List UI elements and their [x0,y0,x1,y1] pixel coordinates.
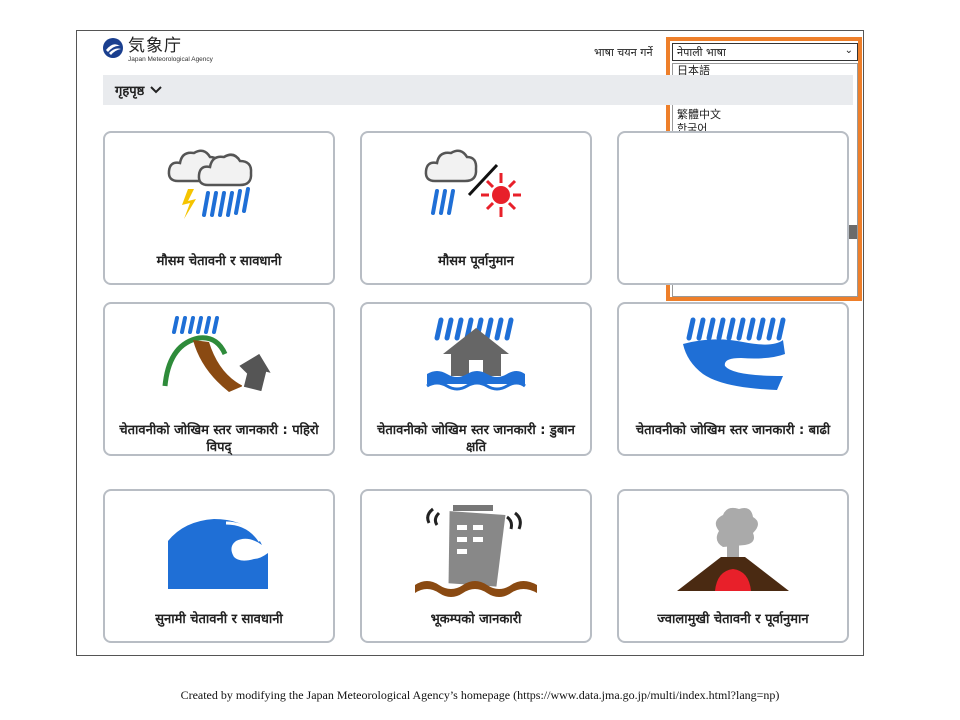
language-selected-value: नेपाली भाषा [677,46,726,59]
card-flood-risk[interactable]: चेतावनीको जोखिम स्तर जानकारी : बाढी [617,302,849,456]
card-label: मौसम पूर्वानुमान [438,254,514,269]
card-label: भूकम्पको जानकारी [430,612,522,627]
language-select-label: भाषा चयन गर्ने [594,46,653,59]
flood-house-icon [426,317,526,391]
card-earthquake[interactable]: भूकम्पको जानकारी [360,489,592,643]
home-menu-button[interactable]: गृहपृष्ठ [115,81,162,99]
tsunami-icon [168,519,268,589]
chevron-down-icon [150,86,162,94]
card-inundation-risk[interactable]: चेतावनीको जोखिम स्तर जानकारी : डुबान क्ष… [360,302,592,456]
browser-page: 気象庁 Japan Meteorological Agency भाषा चयन… [76,30,864,656]
weather-forecast-icon [424,149,521,217]
card-weather-warnings[interactable]: मौसम चेतावनी र सावधानी [103,131,335,285]
jma-logo[interactable]: 気象庁 Japan Meteorological Agency [102,37,213,63]
river-flood-icon [683,317,786,390]
logo-jp-text: 気象庁 [128,36,182,56]
home-menu-label: गृहपृष्ठ [115,84,145,99]
card-label: चेतावनीको जोखिम स्तर जानकारी : बाढी [635,423,831,438]
rain-thunder-icon [167,149,253,219]
nav-bar: गृहपृष्ठ [103,75,853,105]
logo-en-text: Japan Meteorological Agency [128,56,213,63]
language-select[interactable]: नेपाली भाषा ⌄ [672,43,858,61]
volcano-icon [677,507,789,591]
card-label: मौसम चेतावनी र सावधानी [156,254,282,269]
card-tsunami[interactable]: सुनामी चेतावनी र सावधानी [103,489,335,643]
card-volcano[interactable]: ज्वालामुखी चेतावनी र पूर्वानुमान [617,489,849,643]
card-landslide-risk[interactable]: चेतावनीको जोखिम स्तर जानकारी : पहिरो विप… [103,302,335,456]
landslide-icon [162,316,275,394]
card-label: चेतावनीको जोखिम स्तर जानकारी : डुबान क्ष… [377,423,575,455]
jma-logo-icon [103,38,123,58]
source-caption: Created by modifying the Japan Meteorolo… [180,688,780,702]
card-label: ज्वालामुखी चेतावनी र पूर्वानुमान [657,612,809,627]
earthquake-icon [415,505,537,597]
card-label: सुनामी चेतावनी र सावधानी [155,612,283,627]
card-hidden[interactable] [617,131,849,285]
card-label: चेतावनीको जोखिम स्तर जानकारी : पहिरो विप… [119,423,319,455]
card-weather-forecast[interactable]: मौसम पूर्वानुमान [360,131,592,285]
chevron-down-icon: ⌄ [844,45,853,56]
language-option[interactable]: 繁體中文 [673,108,857,123]
